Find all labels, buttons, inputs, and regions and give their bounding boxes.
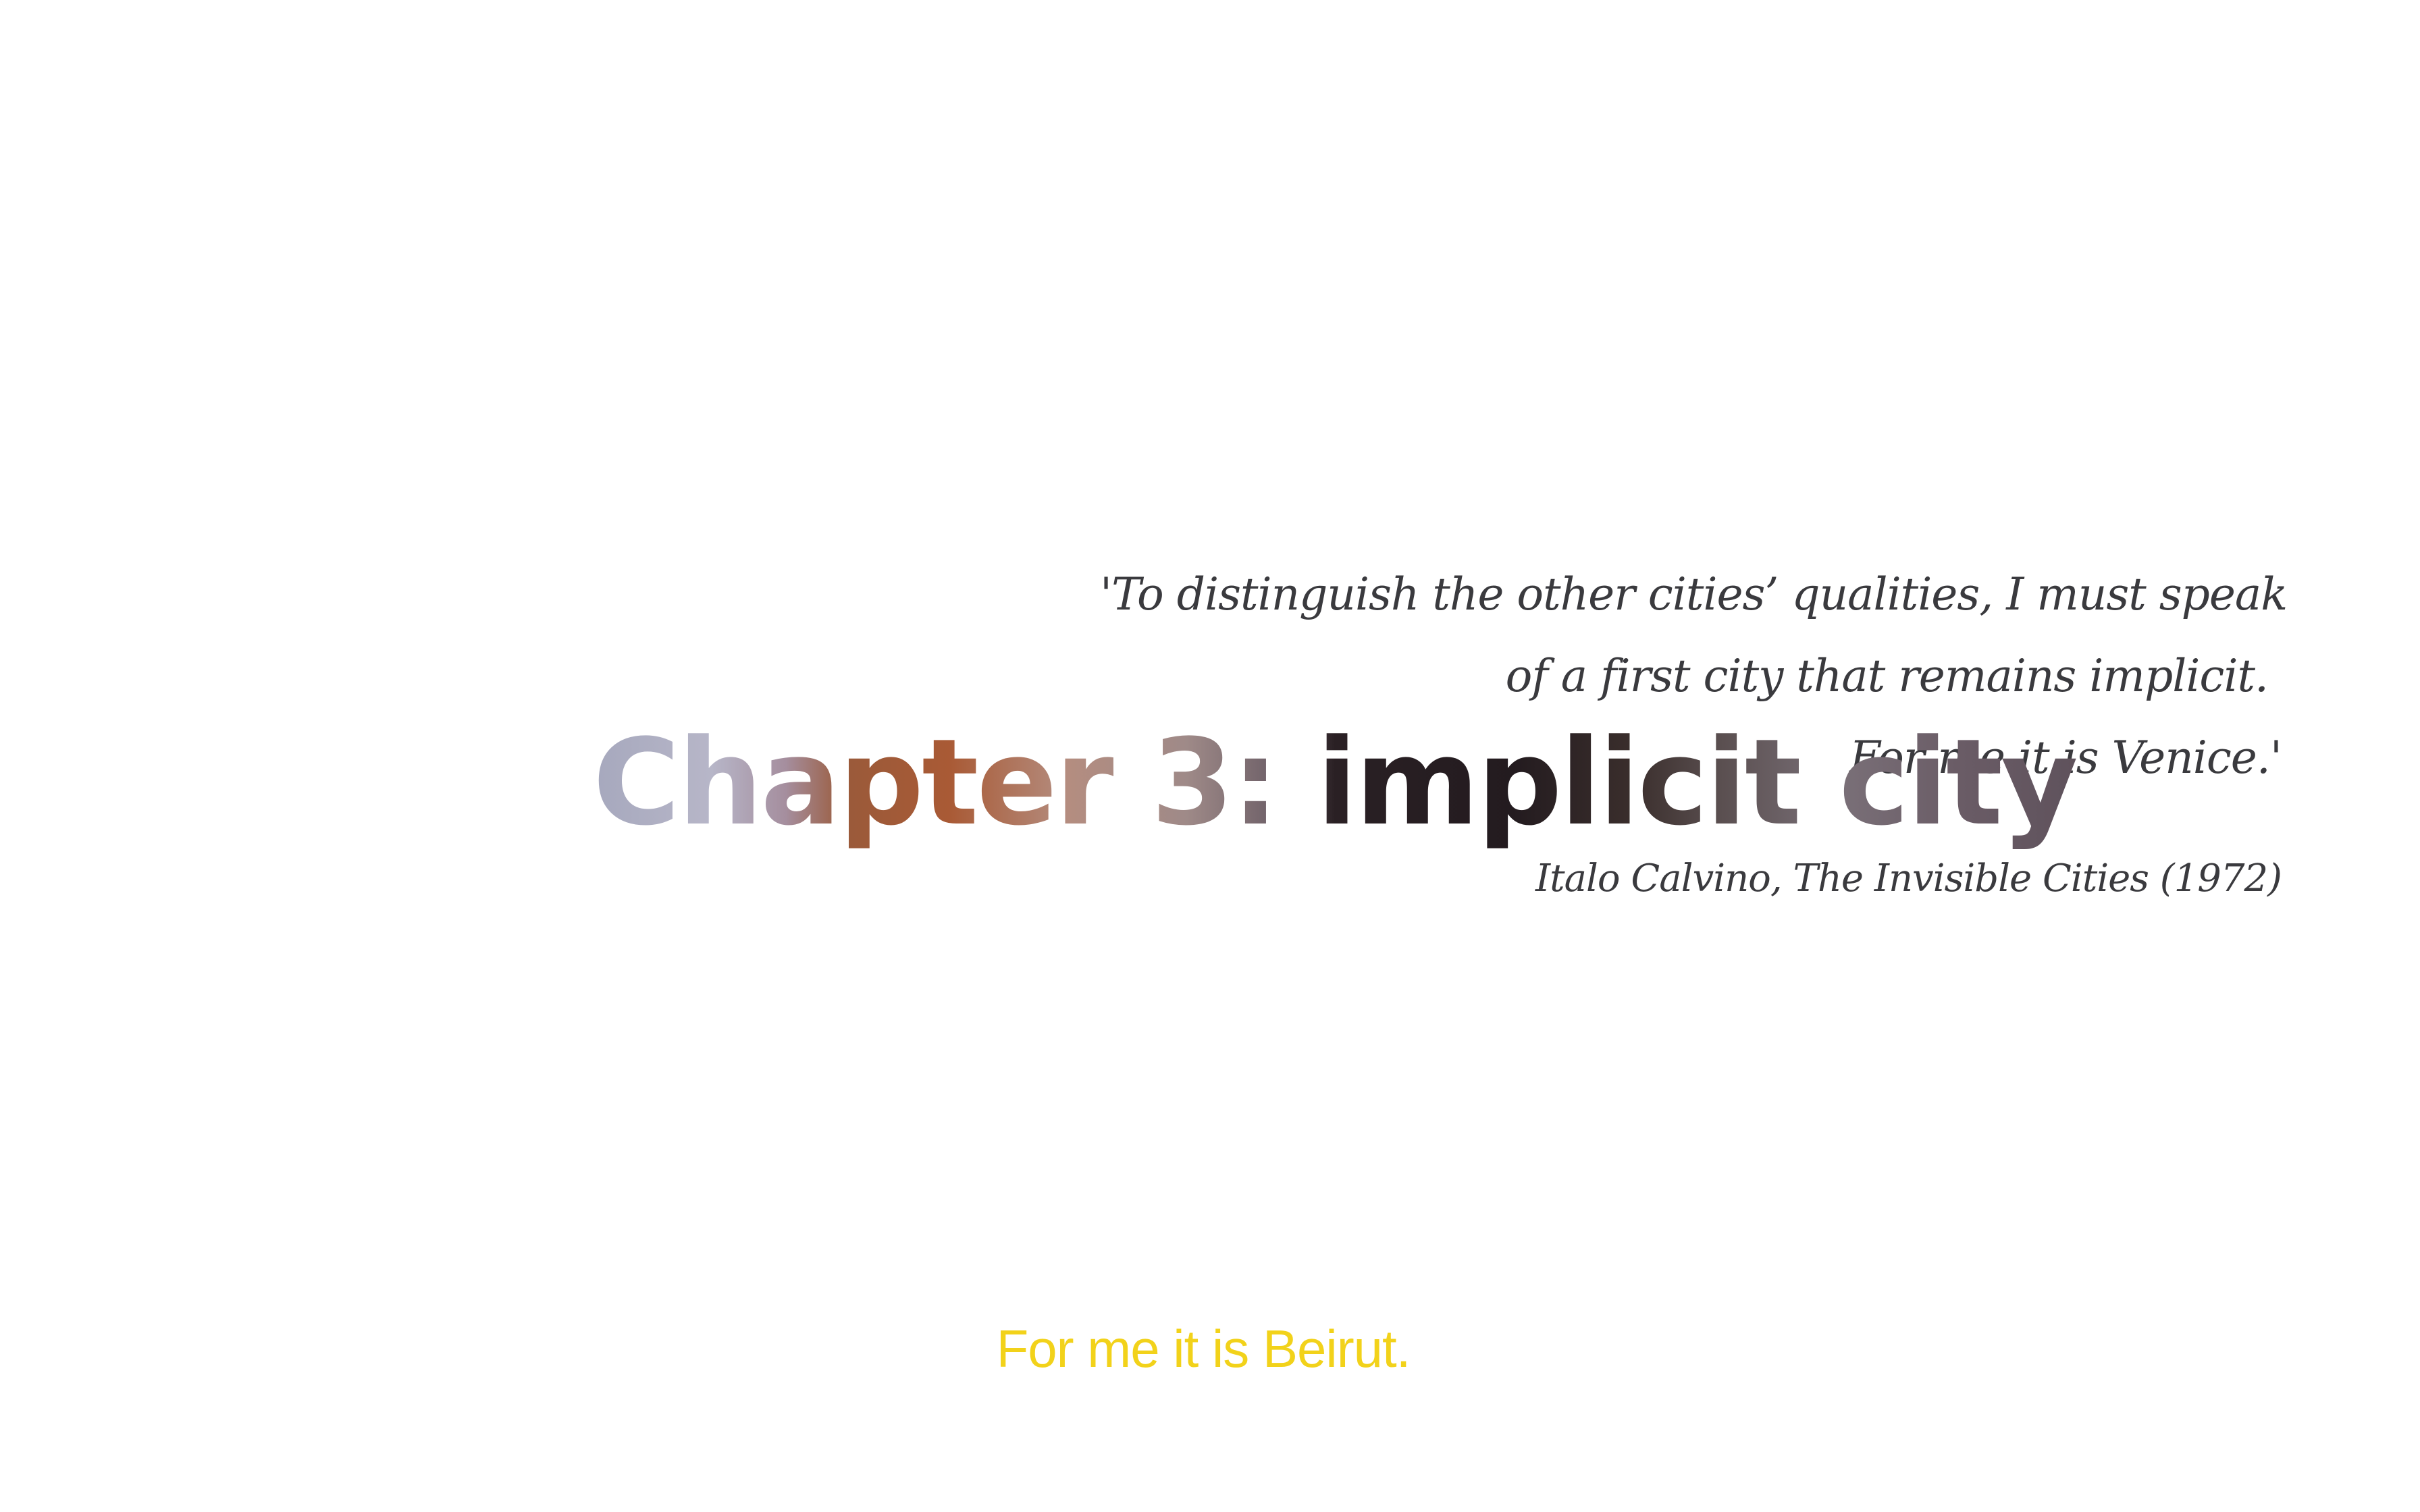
page: 'To distinguish the other cities’ qualit… [0,0,2420,1512]
footer-statement: For me it is Beirut. [0,1315,2420,1382]
chapter-title: Chapter 3: implicit city [593,702,2078,864]
footer-statement-text: For me it is Beirut. [996,1319,1411,1378]
quote-line-1: 'To distinguish the other cities’ qualit… [1100,568,2288,620]
